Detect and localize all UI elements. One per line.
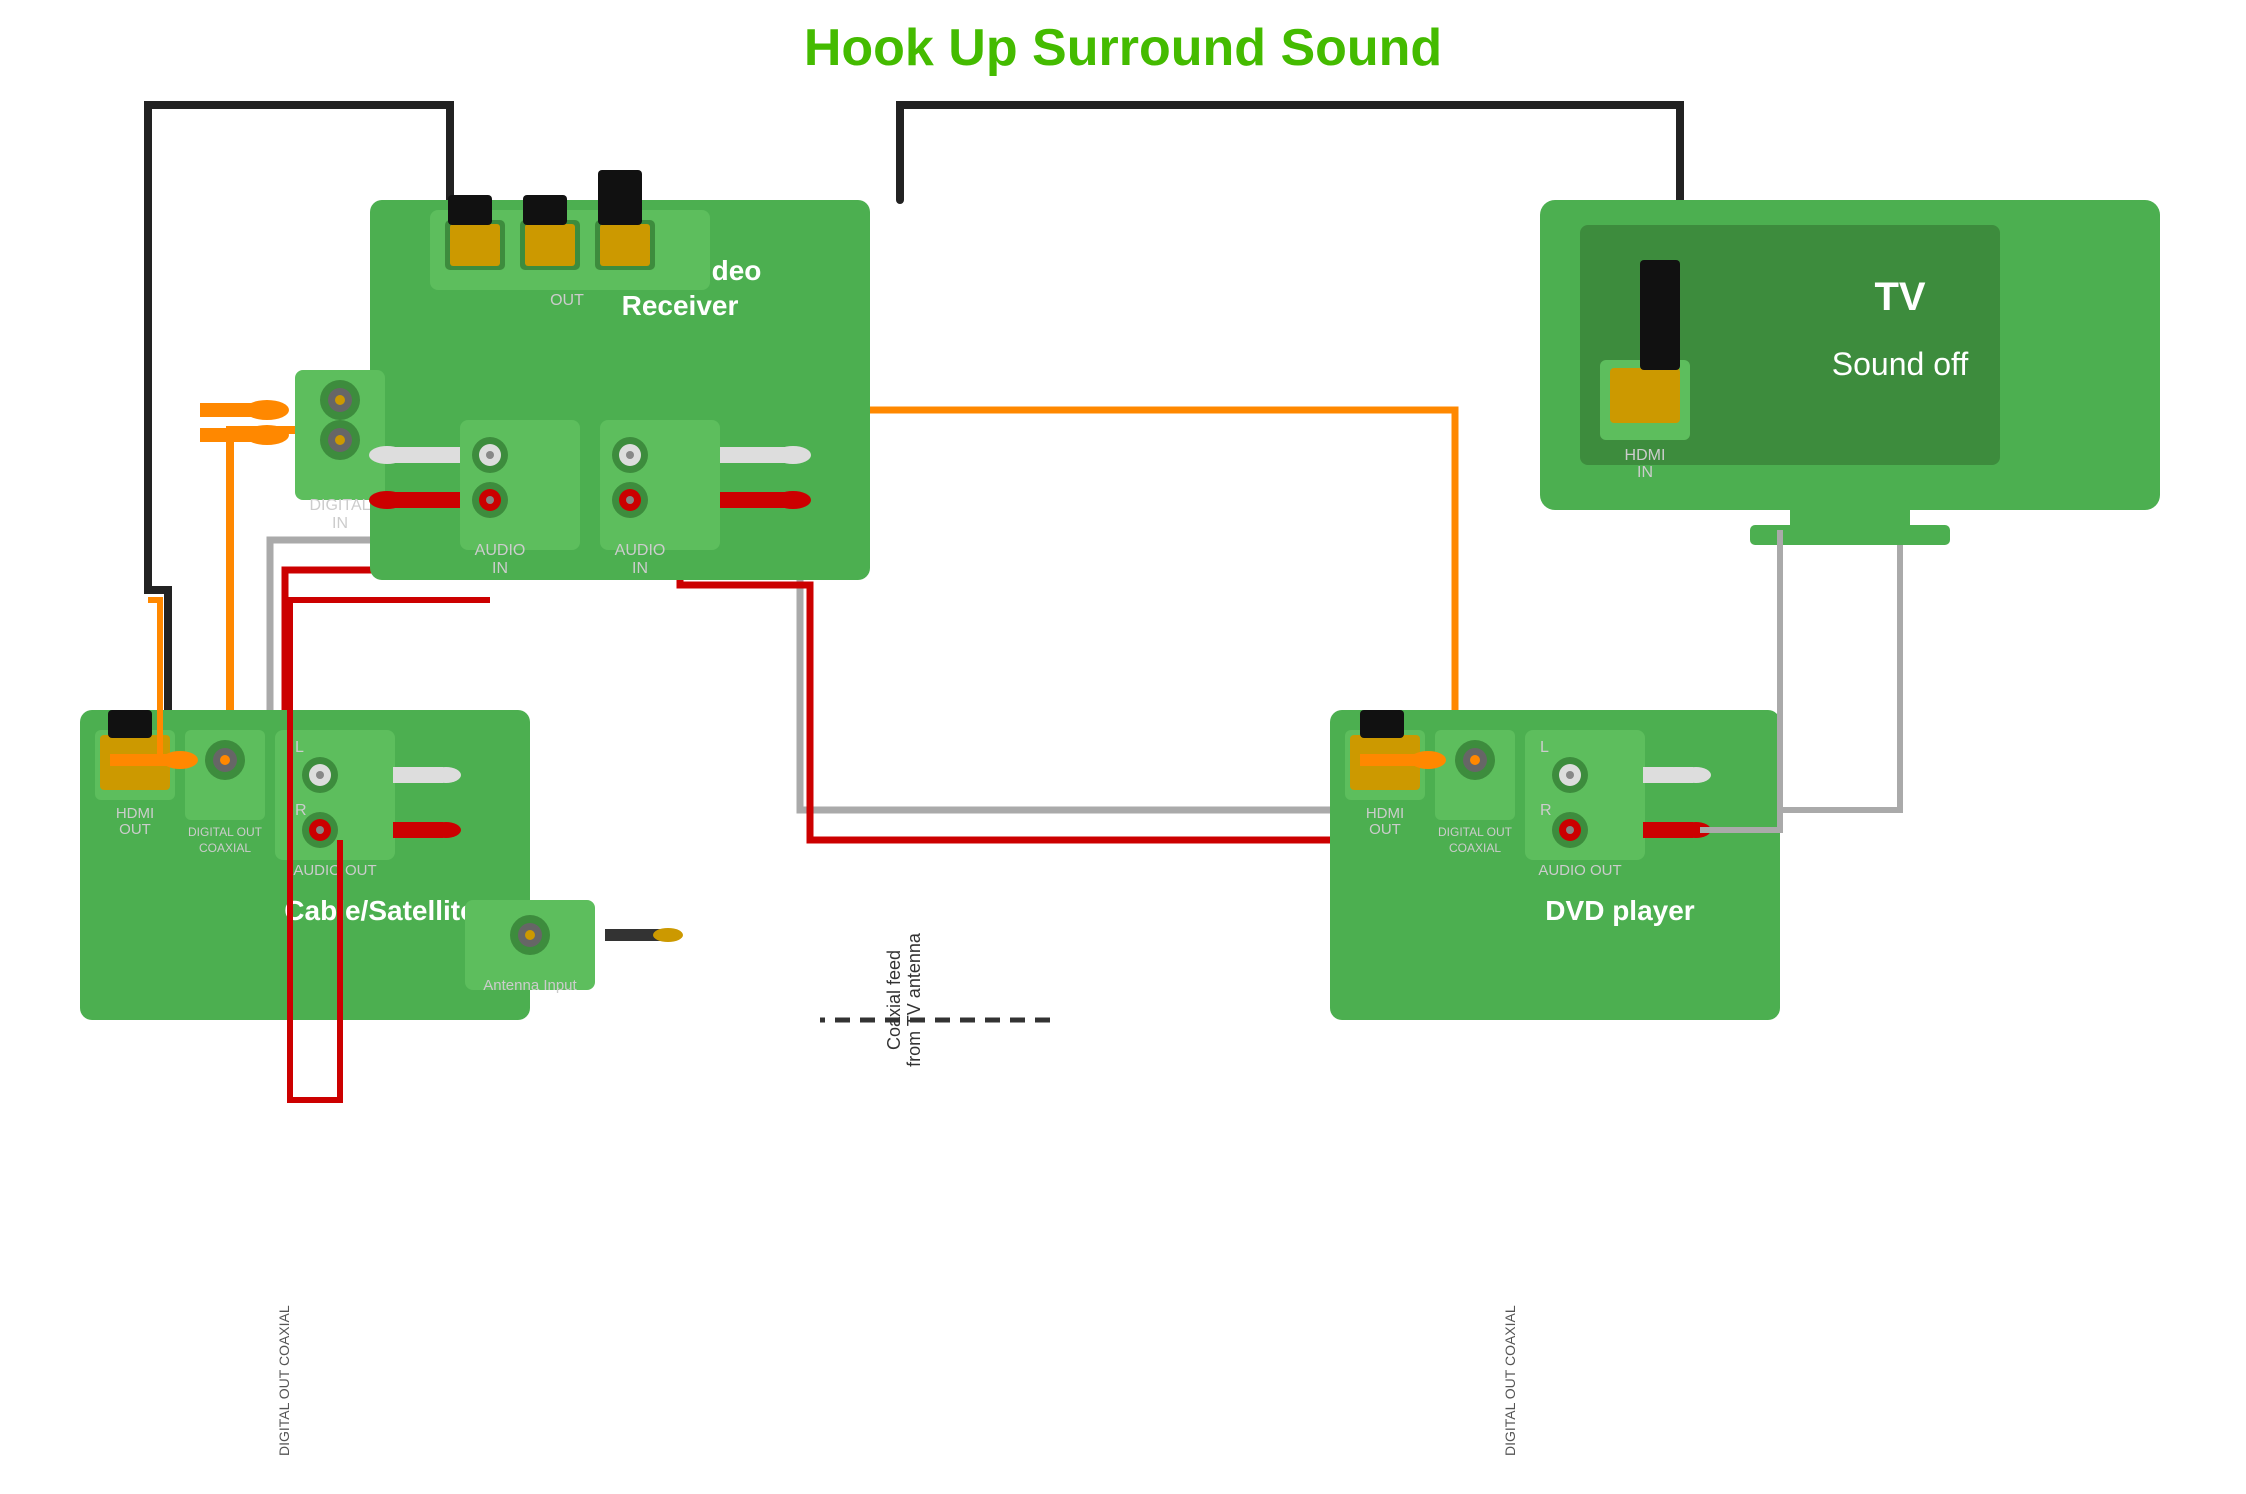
dvd-coaxial-label: COAXIAL [1449, 841, 1501, 855]
svg-text:R: R [295, 802, 307, 819]
antenna-input-label: Antenna Input [483, 977, 577, 994]
audio-in-2-label: AUDIO [615, 542, 666, 559]
svg-text:L: L [295, 739, 304, 756]
tv-subtitle: Sound off [1832, 346, 1969, 382]
dvd-digital-label: DIGITAL OUT [1438, 825, 1513, 839]
svg-text:R: R [1540, 802, 1552, 819]
cable-audio-label: AUDIO OUT [293, 862, 376, 879]
tv-hdmi-in-label: IN [1637, 464, 1653, 481]
svg-text:L: L [1540, 739, 1549, 756]
digital-in-label2: IN [332, 515, 348, 532]
cable-hdmi-label: HDMI [116, 805, 154, 822]
dvd-hdmi-out-label: OUT [1369, 821, 1401, 838]
cable-hdmi-out-label: OUT [119, 821, 151, 838]
antenna-label: Coaxial feed [884, 950, 904, 1050]
dvd-digital-coaxial-vertical: DIGITAL OUT COAXIAL [1502, 1305, 1518, 1456]
dvd-hdmi-label: HDMI [1366, 805, 1404, 822]
out-label: OUT [550, 292, 584, 309]
page-title: Hook Up Surround Sound [804, 19, 1442, 77]
antenna-label2: from TV antenna [904, 932, 924, 1067]
cable-digital-coaxial-vertical: DIGITAL OUT COAXIAL [276, 1305, 292, 1456]
audio-in-1-label2: IN [492, 560, 508, 577]
audio-in-2-label2: IN [632, 560, 648, 577]
dvd-audio-label: AUDIO OUT [1538, 862, 1621, 879]
audio-in-1-label: AUDIO [475, 542, 526, 559]
tv-label: TV [1874, 275, 1925, 319]
dvd-label: DVD player [1545, 895, 1694, 926]
tv-hdmi-label: HDMI [1625, 447, 1666, 464]
cable-label: Cable/Satellite [284, 895, 475, 926]
cable-coaxial-label: COAXIAL [199, 841, 251, 855]
receiver-label-2: Receiver [622, 290, 739, 321]
digital-in-label: DIGITAL [309, 497, 370, 514]
cable-digital-label: DIGITAL OUT [188, 825, 263, 839]
